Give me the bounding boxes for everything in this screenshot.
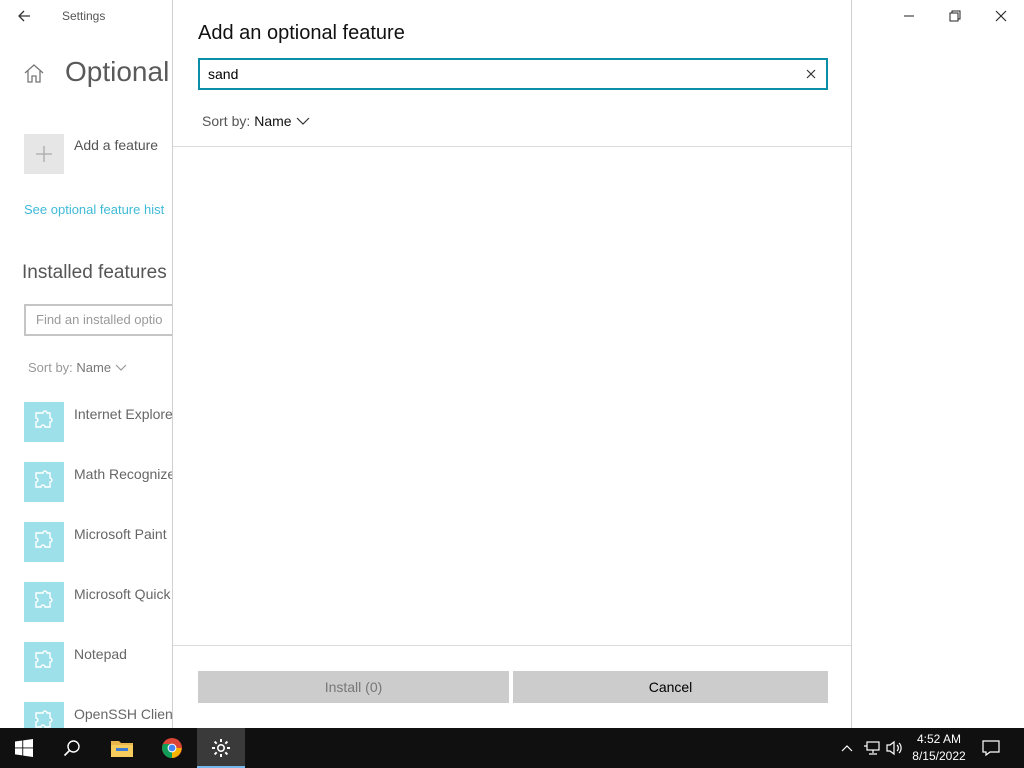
- plus-icon: [36, 146, 52, 162]
- chevron-down-icon: [296, 117, 310, 125]
- app-title: Settings: [62, 9, 106, 23]
- installed-features-heading: Installed features: [22, 262, 167, 283]
- feature-name: Notepad: [74, 646, 127, 662]
- volume-icon[interactable]: [885, 738, 905, 758]
- chevron-down-icon: [115, 364, 127, 371]
- puzzle-icon: [24, 642, 64, 682]
- feature-name: Microsoft Quick: [74, 586, 171, 602]
- puzzle-icon: [24, 582, 64, 622]
- taskbar: 4:52 AM 8/15/2022: [0, 728, 1024, 768]
- puzzle-icon: [24, 462, 64, 502]
- install-button[interactable]: Install (0): [198, 671, 509, 703]
- clear-search-icon[interactable]: [802, 65, 820, 83]
- back-arrow-icon[interactable]: [10, 4, 38, 28]
- sort-value: Name: [254, 113, 292, 129]
- find-installed-input[interactable]: Find an installed optio: [24, 304, 194, 336]
- installed-sort[interactable]: Sort by: Name: [28, 360, 127, 375]
- clock[interactable]: 4:52 AM 8/15/2022: [908, 731, 970, 765]
- home-icon[interactable]: [22, 62, 46, 86]
- dialog-title: Add an optional feature: [198, 22, 405, 44]
- feature-name: Internet Explore: [74, 406, 173, 422]
- sort-label: Sort by:: [28, 360, 73, 375]
- notification-icon[interactable]: [980, 737, 1002, 759]
- settings-icon[interactable]: [197, 728, 245, 768]
- feature-history-link[interactable]: See optional feature hist: [24, 202, 164, 217]
- results-sort[interactable]: Sort by: Name: [202, 113, 310, 129]
- minimize-icon[interactable]: [886, 0, 932, 32]
- puzzle-icon: [24, 402, 64, 442]
- chrome-icon[interactable]: [148, 728, 196, 768]
- sort-label: Sort by:: [202, 113, 251, 129]
- puzzle-icon: [24, 522, 64, 562]
- divider: [173, 645, 851, 646]
- sort-value: Name: [76, 360, 112, 375]
- network-icon[interactable]: [862, 738, 882, 758]
- start-icon[interactable]: [0, 728, 48, 768]
- add-feature-button[interactable]: [24, 134, 64, 174]
- feature-name: OpenSSH Client: [74, 706, 177, 722]
- puzzle-icon: [24, 702, 64, 728]
- search-icon[interactable]: [48, 728, 96, 768]
- close-icon[interactable]: [978, 0, 1024, 32]
- feature-search-input[interactable]: [208, 64, 788, 84]
- feature-name: Microsoft Paint: [74, 526, 167, 542]
- file-explorer-icon[interactable]: [98, 728, 146, 768]
- restore-icon[interactable]: [932, 0, 978, 32]
- clock-time: 4:52 AM: [916, 732, 962, 746]
- feature-search-box[interactable]: [198, 58, 828, 90]
- page-title: Optional: [65, 56, 170, 87]
- cancel-button[interactable]: Cancel: [513, 671, 828, 703]
- chevron-up-icon[interactable]: [837, 738, 857, 758]
- add-feature-label[interactable]: Add a feature: [74, 137, 158, 153]
- feature-name: Math Recognize: [74, 466, 176, 482]
- add-optional-feature-dialog: Add an optional feature Sort by: Name In…: [172, 0, 852, 728]
- clock-date: 8/15/2022: [912, 749, 966, 763]
- search-results-list: [173, 147, 851, 645]
